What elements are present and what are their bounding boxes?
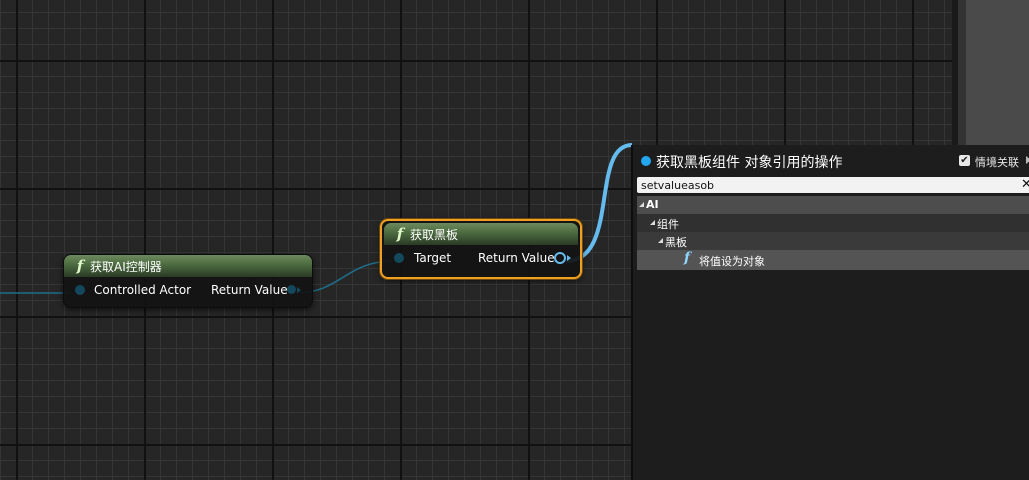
tree-category-ai[interactable]: AI: [637, 196, 1029, 214]
action-menu-header: 获取黑板组件 对象引用的操作 ✔ 情境关联: [633, 145, 1029, 177]
output-pin-return-value[interactable]: [554, 252, 566, 264]
pin-label-return-value: Return Value: [211, 283, 288, 297]
pin-label-target: Target: [414, 251, 452, 265]
node-header[interactable]: f 获取AI控制器: [64, 255, 312, 277]
tree-subcategory-components[interactable]: 组件: [637, 214, 1029, 232]
object-type-dot-icon: [641, 156, 651, 166]
expand-triangle-icon[interactable]: [658, 238, 663, 243]
pin-label-controlled-actor: Controlled Actor: [94, 283, 192, 297]
function-icon: f: [396, 225, 404, 243]
clear-search-icon[interactable]: ✕: [1021, 177, 1029, 193]
tree-item-set-value-as-object[interactable]: f 将值设为对象: [637, 250, 1029, 270]
context-sensitive-label: 情境关联: [975, 156, 1019, 169]
tree-subcategory-label: 组件: [657, 218, 679, 231]
search-box: ✕: [637, 177, 1029, 193]
search-input[interactable]: [637, 177, 1007, 193]
pin-label-return-value: Return Value: [478, 251, 555, 265]
output-pin-arrow-icon: [297, 287, 301, 293]
node-title: 获取黑板: [410, 227, 459, 242]
tree-group-label: 黑板: [665, 236, 687, 249]
expand-triangle-icon[interactable]: [650, 220, 655, 225]
blueprint-graph-canvas[interactable]: f 获取AI控制器 Controlled Actor Return Value …: [0, 0, 1029, 480]
output-pin-arrow-icon: [567, 255, 571, 261]
expand-triangle-icon[interactable]: [639, 202, 644, 207]
node-body: Target Return Value: [382, 245, 580, 273]
output-pin-return-value[interactable]: [287, 285, 296, 294]
function-icon: f: [684, 250, 691, 266]
action-menu[interactable]: 获取黑板组件 对象引用的操作 ✔ 情境关联 ✕ AI 组件 黑板 f 将值设为对…: [631, 145, 1029, 480]
tree-category-label: AI: [646, 198, 659, 211]
function-icon: f: [76, 257, 84, 275]
node-title: 获取AI控制器: [90, 259, 162, 274]
action-menu-title: 获取黑板组件 对象引用的操作: [656, 155, 843, 171]
tree-item-label: 将值设为对象: [699, 255, 765, 268]
input-pin-target[interactable]: [394, 253, 404, 263]
node-header[interactable]: f 获取黑板: [384, 223, 578, 245]
context-sensitive-checkbox[interactable]: ✔: [959, 155, 970, 166]
node-body: Controlled Actor Return Value: [64, 277, 312, 305]
right-panel-block: [966, 0, 1029, 150]
node-get-blackboard[interactable]: f 获取黑板 Target Return Value: [380, 219, 582, 279]
input-pin-controlled-actor[interactable]: [75, 285, 85, 295]
node-get-ai-controller[interactable]: f 获取AI控制器 Controlled Actor Return Value: [63, 254, 313, 308]
tree-group-blackboard[interactable]: 黑板: [637, 232, 1029, 250]
